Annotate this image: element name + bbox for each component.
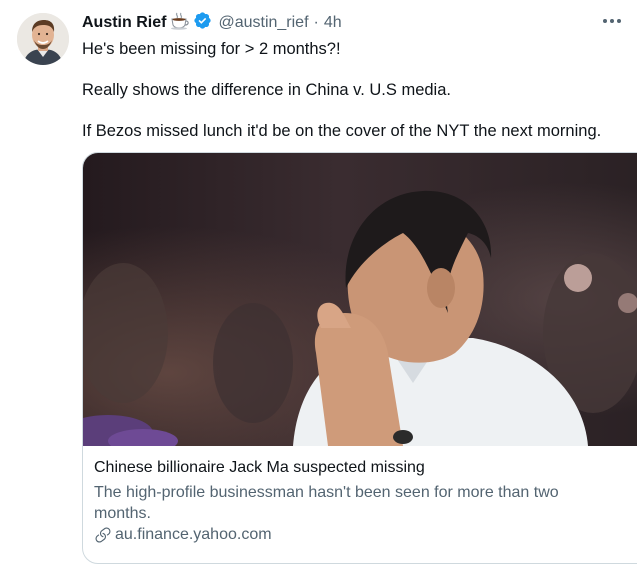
- tweet-timestamp[interactable]: 4h: [324, 14, 342, 32]
- author-handle[interactable]: @austin_rief: [218, 14, 308, 32]
- tweet[interactable]: Austin Rief @austin_rief · 4h He's been …: [0, 0, 637, 564]
- separator-dot: ·: [313, 14, 319, 31]
- avatar[interactable]: [17, 13, 69, 65]
- card-title[interactable]: Chinese billionaire Jack Ma suspected mi…: [94, 458, 425, 478]
- card-domain-text: au.finance.yahoo.com: [115, 526, 272, 543]
- tweet-text-line-1: He's been missing for > 2 months?!: [82, 40, 341, 58]
- tweet-header: Austin Rief @austin_rief · 4h: [82, 12, 342, 34]
- avatar-photo: [17, 13, 69, 65]
- card-description: The high-profile businessman hasn't been…: [94, 484, 559, 522]
- verified-badge-icon: [193, 11, 212, 35]
- author-name[interactable]: Austin Rief: [82, 14, 166, 32]
- tweet-text-line-2: Really shows the difference in China v. …: [82, 81, 451, 99]
- tweet-text-line-3: If Bezos missed lunch it'd be on the cov…: [82, 122, 602, 140]
- card-image[interactable]: [83, 153, 637, 446]
- more-options-icon[interactable]: [597, 10, 627, 32]
- card-domain[interactable]: au.finance.yahoo.com: [94, 525, 272, 545]
- coffee-emoji: [170, 12, 190, 35]
- link-preview-card[interactable]: Chinese billionaire Jack Ma suspected mi…: [82, 152, 637, 564]
- link-icon: [95, 527, 111, 543]
